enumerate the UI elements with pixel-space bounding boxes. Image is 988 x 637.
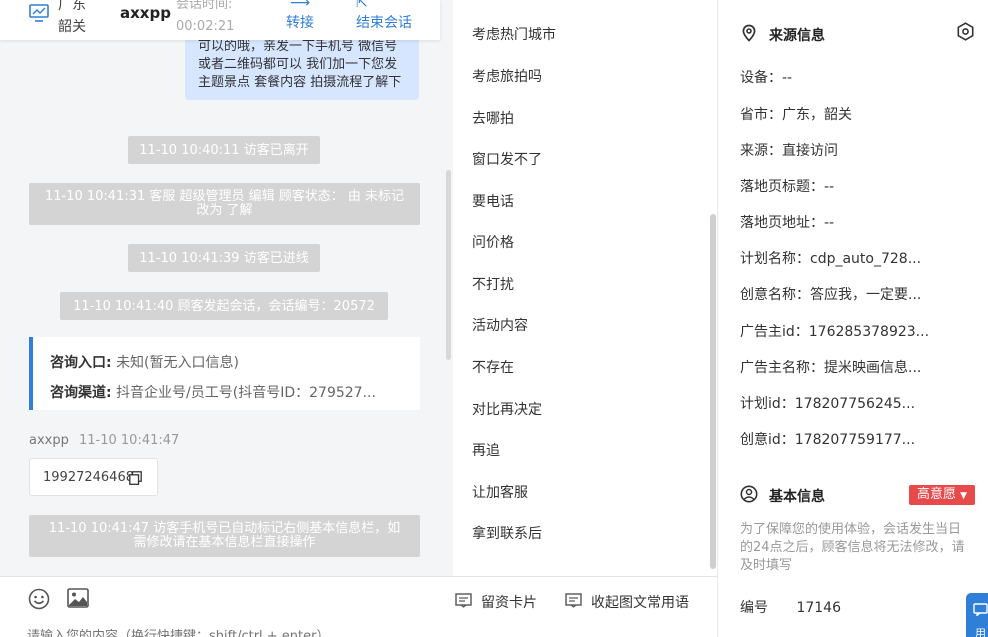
- floating-tool-button[interactable]: 用: [966, 593, 988, 637]
- source-plan-id: 计划id：178207756245...: [740, 396, 916, 412]
- source-creative-id: 创意id：178207759177...: [740, 432, 916, 448]
- session-time-label: 会话时间:: [176, 0, 233, 12]
- copy-icon[interactable]: [129, 471, 142, 485]
- session-time: 00:02:21: [176, 19, 235, 34]
- arrow-right-icon: ⟶: [289, 0, 311, 11]
- end-session-label: 结束会话: [356, 15, 412, 31]
- lead-card-button[interactable]: 留资卡片: [455, 592, 537, 612]
- collapse-phrases-label: 收起图文常用语: [591, 595, 689, 611]
- source-landing-url: 落地页地址：--: [740, 215, 835, 231]
- quick-reply-item[interactable]: 去哪拍: [472, 108, 514, 128]
- exit-icon: ⇱: [356, 0, 368, 11]
- source-creative-name: 创意名称：答应我，一定要...: [740, 287, 922, 303]
- quick-replies-scrollbar[interactable]: [710, 214, 716, 569]
- consult-channel-row: 咨询渠道: 抖音企业号/员工号(抖音号ID：279527...: [50, 378, 420, 408]
- consult-info-card: 咨询入口: 未知(暂无入口信息) 咨询渠道: 抖音企业号/员工号(抖音号ID：2…: [29, 337, 420, 410]
- image-icon[interactable]: [67, 588, 89, 608]
- source-advertiser-id: 广告主id：176285378923...: [740, 324, 930, 340]
- source-advertiser-name: 广告主名称：提米映画信息...: [740, 360, 922, 376]
- customer-id-row: 编号 17146: [740, 597, 841, 617]
- consult-channel-label: 咨询渠道:: [50, 385, 112, 401]
- source-info-heading: 来源信息: [740, 24, 825, 45]
- quick-reply-item[interactable]: 窗口发不了: [472, 149, 542, 169]
- phone-message: 19927246468: [29, 458, 158, 496]
- quick-reply-item[interactable]: 不打扰: [472, 274, 514, 294]
- quick-reply-item[interactable]: 要电话: [472, 191, 514, 211]
- user-icon: [740, 485, 758, 503]
- consult-channel-value: 抖音企业号/员工号(抖音号ID：279527...: [116, 385, 376, 401]
- system-message: 11-10 10:41:47 访客手机号已自动标记右侧基本信息栏，如需修改请在基…: [29, 515, 420, 557]
- transfer-label: 转接: [286, 15, 314, 31]
- quick-reply-item[interactable]: 再追: [472, 440, 500, 460]
- quick-reply-item[interactable]: 不存在: [472, 357, 514, 377]
- end-session-button[interactable]: ⇱ 结束会话: [356, 0, 412, 34]
- edit-notice: 为了保障您的使用体验，会话发生当日的24点之后，顾客信息将无法修改，请及时填写: [740, 522, 965, 573]
- visitor-username: axxpp: [120, 4, 171, 22]
- source-plan-name: 计划名称：cdp_auto_728...: [740, 251, 922, 267]
- quick-reply-item[interactable]: 考虑旅拍吗: [472, 66, 542, 86]
- monitor-icon: [29, 4, 49, 22]
- system-message: 11-10 10:41:31 客服 超级管理员 编辑 顾客状态： 由 未标记 改…: [29, 183, 420, 225]
- chat-panel: 可以的哦，亲发一下手机号 微信号或者二维码都可以 我们加一下您发主题景点 套餐内…: [0, 0, 453, 637]
- visitor-name: axxpp: [29, 433, 69, 448]
- consult-entry-value: 未知(暂无入口信息): [116, 355, 239, 371]
- card-icon: [455, 593, 472, 608]
- floating-tool-label: 用: [975, 627, 986, 637]
- settings-icon[interactable]: [956, 22, 975, 41]
- collapse-phrases-button[interactable]: 收起图文常用语: [565, 592, 689, 612]
- consult-entry-label: 咨询入口:: [50, 355, 112, 371]
- message-composer: 留资卡片 收起图文常用语: [0, 576, 717, 637]
- message-input[interactable]: [27, 629, 627, 637]
- customer-id-value: 17146: [796, 600, 841, 616]
- intent-badge[interactable]: 高意愿 ▼: [909, 485, 975, 505]
- chat-bubble-icon: [973, 603, 988, 616]
- customer-id-label: 编号: [740, 600, 768, 616]
- phone-number: 19927246468: [43, 470, 134, 485]
- transfer-button[interactable]: ⟶ 转接: [286, 0, 314, 34]
- caret-down-icon: ▼: [960, 491, 968, 501]
- visitor-message-time: 11-10 10:41:47: [79, 433, 180, 448]
- chat-scrollbar[interactable]: [446, 170, 451, 360]
- emoji-icon[interactable]: [28, 588, 50, 610]
- source-origin: 来源：直接访问: [740, 143, 838, 159]
- quick-replies-panel: 考虑热门城市 考虑旅拍吗 去哪拍 窗口发不了 要电话 问价格 不打扰 活动内容 …: [453, 0, 717, 576]
- visitor-message-meta: axxpp 11-10 10:41:47: [29, 433, 179, 448]
- visitor-region: 广东韶关: [58, 0, 86, 35]
- source-province-city: 省市：广东，韶关: [740, 107, 852, 123]
- chat-header: 广东韶关 axxpp 会话时间: 00:02:21 ⟶ 转接 ⇱ 结束会话: [0, 0, 440, 40]
- system-message: 11-10 10:40:11 访客已离开: [128, 136, 320, 164]
- message-icon: [565, 593, 582, 608]
- source-device: 设备：--: [740, 70, 793, 86]
- customer-info-panel: 来源信息 设备：-- 省市：广东，韶关 来源：直接访问 落地页标题：-- 落地页…: [718, 0, 988, 637]
- consult-entry-row: 咨询入口: 未知(暂无入口信息): [50, 348, 420, 378]
- quick-reply-item[interactable]: 活动内容: [472, 315, 528, 335]
- quick-reply-item[interactable]: 对比再决定: [472, 399, 542, 419]
- quick-reply-item[interactable]: 问价格: [472, 232, 514, 252]
- system-message: 11-10 10:41:40 顾客发起会话，会话编号：20572: [60, 292, 388, 320]
- quick-reply-item[interactable]: 考虑热门城市: [472, 24, 556, 44]
- source-landing-title: 落地页标题：--: [740, 179, 835, 195]
- intent-badge-label: 高意愿: [916, 487, 956, 502]
- basic-info-heading: 基本信息: [740, 485, 825, 506]
- system-message: 11-10 10:41:39 访客已进线: [128, 244, 320, 272]
- quick-reply-item[interactable]: 让加客服: [472, 482, 528, 502]
- quick-reply-item[interactable]: 拿到联系后: [472, 523, 542, 543]
- location-pin-icon: [742, 24, 756, 42]
